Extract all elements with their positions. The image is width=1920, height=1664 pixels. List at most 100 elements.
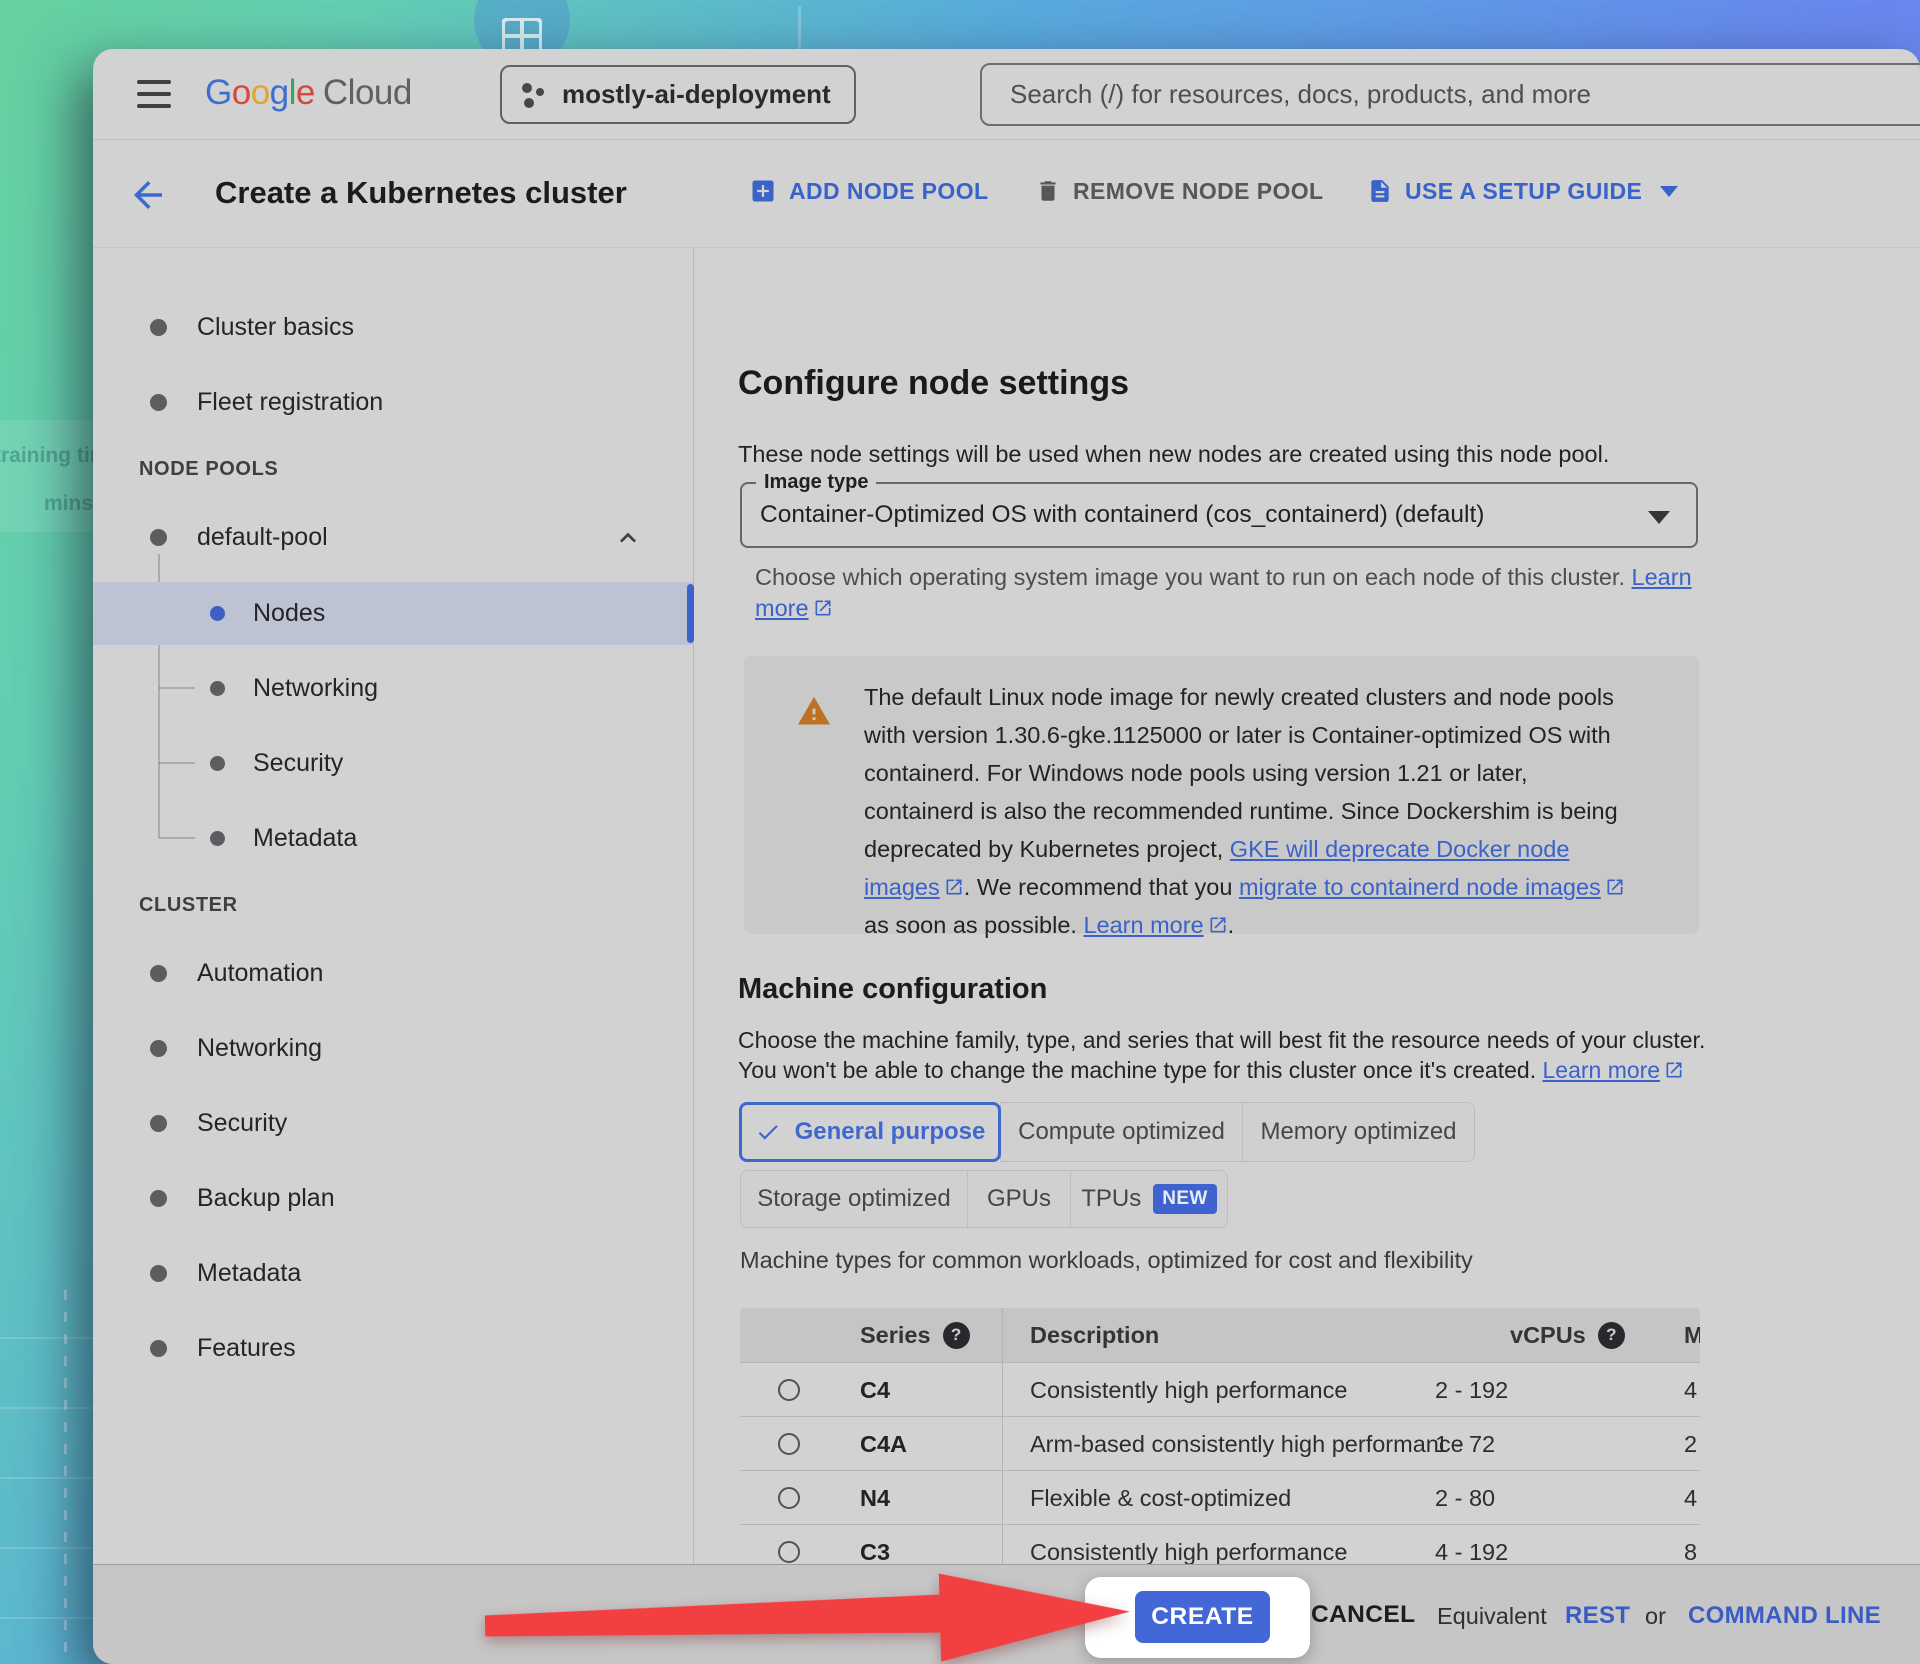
- command-line-link[interactable]: COMMAND LINE: [1688, 1602, 1881, 1630]
- use-setup-guide-button[interactable]: USE A SETUP GUIDE: [1367, 177, 1678, 205]
- help-icon[interactable]: ?: [1598, 1322, 1625, 1349]
- tab-gpus[interactable]: GPUs: [967, 1170, 1071, 1228]
- step-dot-icon: [210, 606, 225, 621]
- check-icon: [755, 1119, 781, 1145]
- sidebar-item-features[interactable]: Features: [93, 1317, 693, 1379]
- sidebar-item-automation[interactable]: Automation: [93, 942, 693, 1004]
- sidebar-item-security[interactable]: Security: [93, 1092, 693, 1154]
- sidebar-item-pool-security[interactable]: Security: [93, 732, 693, 794]
- section-title: Configure node settings: [738, 364, 1129, 403]
- selected-step-indicator: [687, 584, 694, 643]
- bg-gridline: [0, 1477, 92, 1479]
- bg-gridline: [0, 1407, 92, 1409]
- learn-more-link[interactable]: Learn: [1632, 564, 1692, 590]
- page-title: Create a Kubernetes cluster: [215, 175, 627, 211]
- new-badge: NEW: [1153, 1184, 1217, 1214]
- external-link-icon: [1208, 915, 1228, 935]
- search-input[interactable]: Search (/) for resources, docs, products…: [980, 63, 1920, 126]
- image-type-label: Image type: [756, 471, 876, 494]
- learn-more-link[interactable]: Learn more: [1083, 912, 1203, 938]
- menu-icon[interactable]: [137, 80, 171, 108]
- back-arrow-icon[interactable]: [127, 174, 169, 216]
- search-placeholder: Search (/) for resources, docs, products…: [1010, 79, 1591, 110]
- or-label: or: [1645, 1603, 1666, 1630]
- google-cloud-logo[interactable]: GoogleCloud: [205, 73, 412, 113]
- equivalent-label: Equivalent: [1437, 1603, 1547, 1630]
- top-bar: GoogleCloud mostly-ai-deployment Search …: [93, 49, 1920, 140]
- radio-icon[interactable]: [778, 1379, 800, 1401]
- section-intro: These node settings will be used when ne…: [738, 441, 1609, 468]
- gke-deprecate-docker-link[interactable]: images: [864, 874, 940, 900]
- external-link-icon: [1664, 1060, 1684, 1080]
- image-type-value: Container-Optimized OS with containerd (…: [760, 501, 1484, 529]
- bg-divider: [798, 6, 801, 54]
- sidebar-item-networking[interactable]: Networking: [93, 1017, 693, 1079]
- migrate-containerd-link[interactable]: migrate to containerd node images: [1239, 874, 1601, 900]
- external-link-icon: [813, 598, 833, 618]
- tab-memory-optimized[interactable]: Memory optimized: [1242, 1102, 1475, 1162]
- help-icon[interactable]: ?: [943, 1322, 970, 1349]
- sidebar-item-cluster-basics[interactable]: Cluster basics: [93, 296, 693, 358]
- radio-icon[interactable]: [778, 1433, 800, 1455]
- sidebar-item-metadata[interactable]: Metadata: [93, 1242, 693, 1304]
- table-row-c4a[interactable]: C4A Arm-based consistently high performa…: [740, 1416, 1700, 1470]
- sidebar-section-cluster: CLUSTER: [139, 894, 238, 917]
- project-selector[interactable]: mostly-ai-deployment: [500, 65, 856, 124]
- sidebar-item-backup-plan[interactable]: Backup plan: [93, 1167, 693, 1229]
- table-column-divider: [1002, 1308, 1003, 1564]
- table-header-row: Series? Description vCPUs? M: [740, 1308, 1700, 1362]
- bg-gridline: [0, 1337, 92, 1339]
- machine-family-tabs-row2: Storage optimized GPUs TPUs NEW: [740, 1170, 1228, 1228]
- tab-storage-optimized[interactable]: Storage optimized: [740, 1170, 968, 1228]
- step-dot-icon: [150, 965, 167, 982]
- document-icon: [1367, 177, 1393, 205]
- bg-gridline: [0, 1547, 92, 1549]
- step-dot-icon: [150, 1115, 167, 1132]
- create-button[interactable]: CREATE: [1135, 1591, 1270, 1643]
- screen: training time mins GoogleCloud mostly-ai…: [0, 0, 1920, 1664]
- sidebar-section-node-pools: NODE POOLS: [139, 458, 278, 481]
- sidebar-divider: [693, 248, 694, 1564]
- tab-tpus[interactable]: TPUs NEW: [1070, 1170, 1228, 1228]
- step-dot-icon: [210, 681, 225, 696]
- tab-compute-optimized[interactable]: Compute optimized: [1000, 1102, 1243, 1162]
- footer-bar: CREATE CANCEL Equivalent REST or COMMAND…: [93, 1564, 1920, 1664]
- sidebar-item-pool-metadata[interactable]: Metadata: [93, 807, 693, 869]
- tab-general-purpose[interactable]: General purpose: [739, 1102, 1001, 1162]
- learn-more-link[interactable]: more: [755, 595, 809, 621]
- machine-configuration-title: Machine configuration: [738, 973, 1047, 1006]
- table-row-n4[interactable]: N4 Flexible & cost-optimized 2 - 80 4: [740, 1470, 1700, 1524]
- action-bar: Create a Kubernetes cluster ADD NODE POO…: [93, 141, 1920, 248]
- project-icon: [520, 82, 546, 108]
- step-dot-icon: [150, 529, 167, 546]
- radio-icon[interactable]: [778, 1541, 800, 1563]
- step-dot-icon: [150, 394, 167, 411]
- rest-link[interactable]: REST: [1565, 1602, 1630, 1630]
- table-row-c3[interactable]: C3 Consistently high performance 4 - 192…: [740, 1524, 1700, 1564]
- step-dot-icon: [150, 1190, 167, 1207]
- warning-banner: The default Linux node image for newly c…: [744, 656, 1699, 934]
- cancel-button[interactable]: CANCEL: [1311, 1601, 1415, 1629]
- machine-configuration-desc: Choose the machine family, type, and ser…: [738, 1025, 1705, 1085]
- gke-deprecate-docker-link[interactable]: GKE will deprecate Docker node: [1230, 836, 1570, 862]
- step-dot-icon: [150, 1040, 167, 1057]
- sidebar-item-pool-networking[interactable]: Networking: [93, 657, 693, 719]
- machine-types-caption: Machine types for common workloads, opti…: [740, 1247, 1473, 1274]
- image-type-select[interactable]: Image type Container-Optimized OS with c…: [740, 482, 1698, 548]
- machine-types-table: Series? Description vCPUs? M C4 Consiste…: [740, 1308, 1700, 1564]
- learn-more-link[interactable]: Learn more: [1542, 1057, 1660, 1083]
- remove-node-pool-button[interactable]: REMOVE NODE POOL: [1035, 177, 1323, 205]
- chevron-up-icon[interactable]: [612, 522, 644, 554]
- add-node-pool-button[interactable]: ADD NODE POOL: [749, 177, 988, 205]
- sidebar-item-default-pool[interactable]: default-pool: [93, 506, 693, 568]
- table-row-c4[interactable]: C4 Consistently high performance 2 - 192…: [740, 1362, 1700, 1416]
- chevron-down-icon: [1660, 186, 1678, 197]
- machine-family-tabs-row1: General purpose Compute optimized Memory…: [740, 1102, 1475, 1162]
- bg-gridline: [0, 1617, 92, 1619]
- warning-icon: [796, 694, 832, 726]
- project-name: mostly-ai-deployment: [562, 79, 831, 110]
- step-dot-icon: [210, 831, 225, 846]
- sidebar-item-nodes[interactable]: Nodes: [93, 582, 693, 645]
- radio-icon[interactable]: [778, 1487, 800, 1509]
- sidebar-item-fleet-registration[interactable]: Fleet registration: [93, 371, 693, 433]
